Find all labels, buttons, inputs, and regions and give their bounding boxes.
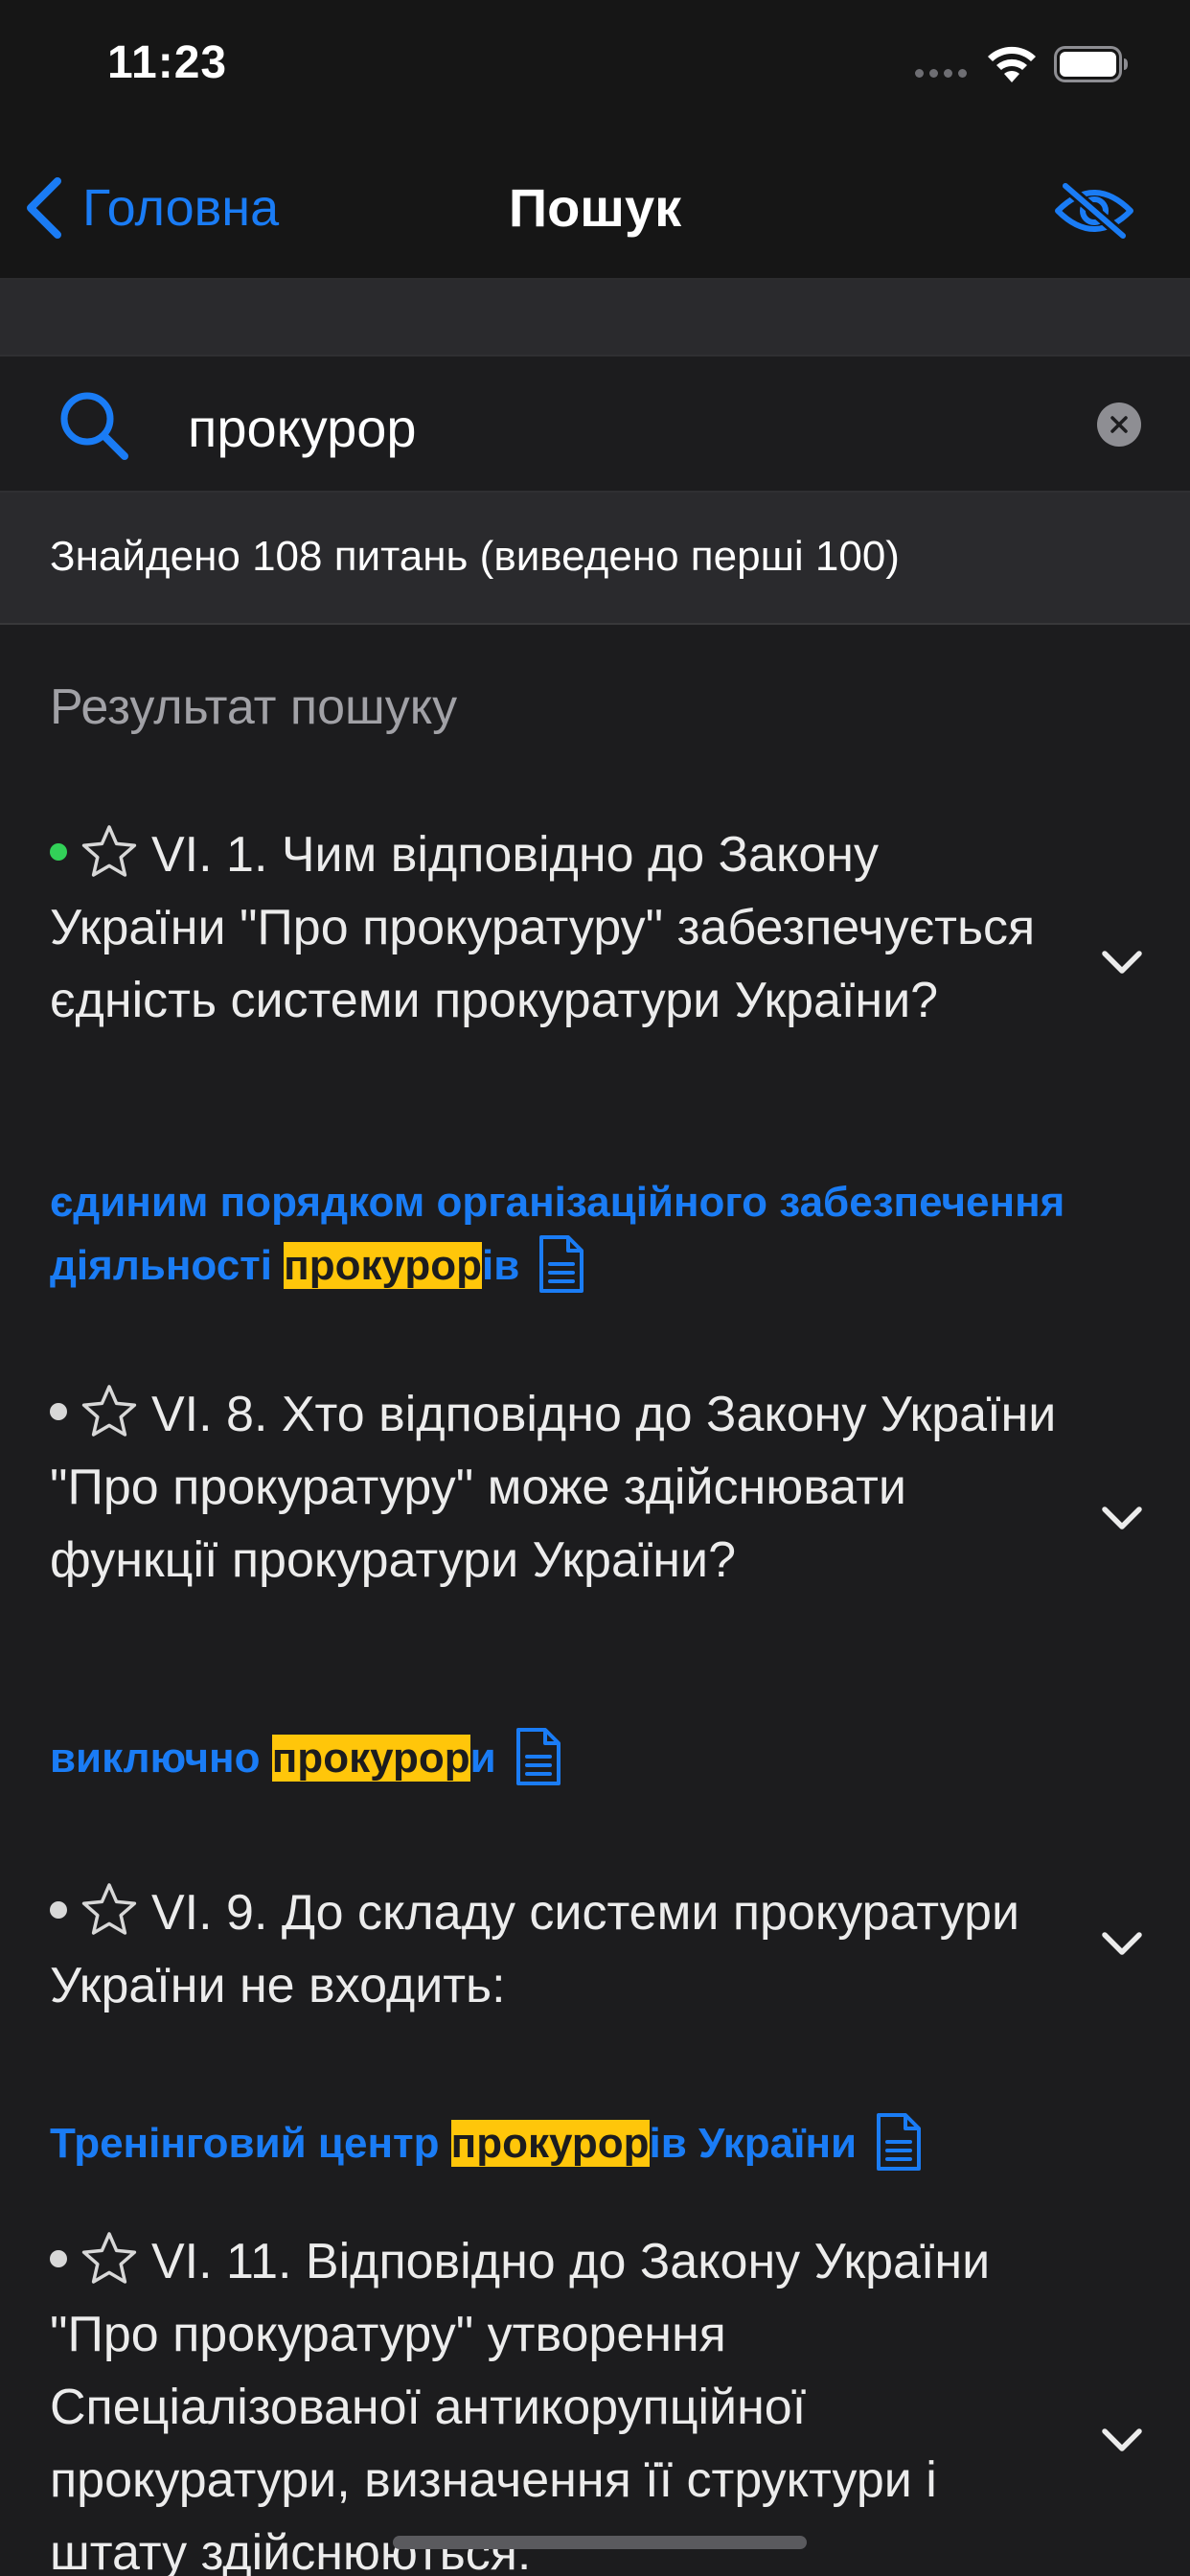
question-text: VI. 8. Хто відповідно до Закону України … [50,1378,1065,1597]
home-indicator[interactable] [393,2536,807,2549]
search-highlight: прокурор [450,2120,650,2167]
search-input[interactable] [188,391,1069,464]
status-dot [50,1901,67,1920]
result-item[interactable]: VI. 9. До складу системи прокуратури Укр… [0,1842,1190,2193]
results-count-band: Знайдено 108 питань (виведено перші 100) [0,493,1190,625]
answer-text: Тренінговий центр прокурорів України [50,2112,1142,2177]
search-screen: 11:23 Головна Пошук прокурор Знайдено 10… [0,0,1190,2576]
result-item[interactable]: VI. 11. Відповідно до Закону України "Пр… [0,2193,1190,2576]
question-text: VI. 11. Відповідно до Закону України "Пр… [50,2225,1065,2576]
cellular-signal-icon [915,69,967,78]
spacer-band [0,280,1190,355]
answer-text: єдиним порядком організаційного забезпеч… [50,1171,1142,1300]
document-icon[interactable] [537,1232,586,1296]
result-item[interactable]: VI. 1. Чим відповідно до Закону України … [0,788,1190,1344]
close-icon [1110,416,1128,433]
star-icon[interactable] [80,823,138,881]
status-time: 11:23 [107,37,228,88]
document-icon[interactable] [514,1725,563,1788]
chevron-down-icon[interactable] [1100,1505,1144,1533]
section-header: Результат пошуку [0,625,1190,788]
status-bar: 11:23 [0,0,1190,134]
star-icon[interactable] [80,1383,138,1440]
navigation-bar: Головна Пошук [0,134,1190,280]
chevron-down-icon[interactable] [1100,2426,1144,2455]
status-dot [50,1403,67,1421]
star-icon[interactable] [80,1881,138,1939]
results-count-text: Знайдено 108 питань (виведено перші 100) [50,533,900,580]
status-dot [50,2250,67,2268]
result-item[interactable]: VI. 8. Хто відповідно до Закону України … [0,1344,1190,1842]
answer-text: виключно прокурори [50,1727,1142,1792]
search-highlight: прокурор [271,1735,470,1782]
search-icon [60,392,128,460]
search-highlight: прокурор [284,1242,483,1289]
document-icon[interactable] [874,2110,924,2174]
question-text: VI. 9. До складу системи прокуратури Укр… [50,1876,1065,2022]
search-bar [0,355,1190,493]
page-title: Пошук [508,177,682,238]
question-text: VI. 1. Чим відповідно до Закону України … [50,818,1065,1037]
section-title: Результат пошуку [50,679,458,735]
clear-search-button[interactable] [1097,402,1141,447]
chevron-down-icon[interactable] [1100,949,1144,978]
eye-slash-icon[interactable] [1054,180,1134,242]
results-list: VI. 1. Чим відповідно до Закону України … [0,788,1190,2576]
chevron-down-icon[interactable] [1100,1930,1144,1959]
battery-icon [1054,46,1128,82]
wifi-icon [988,46,1036,82]
status-dot [50,843,67,862]
star-icon[interactable] [80,2230,138,2288]
